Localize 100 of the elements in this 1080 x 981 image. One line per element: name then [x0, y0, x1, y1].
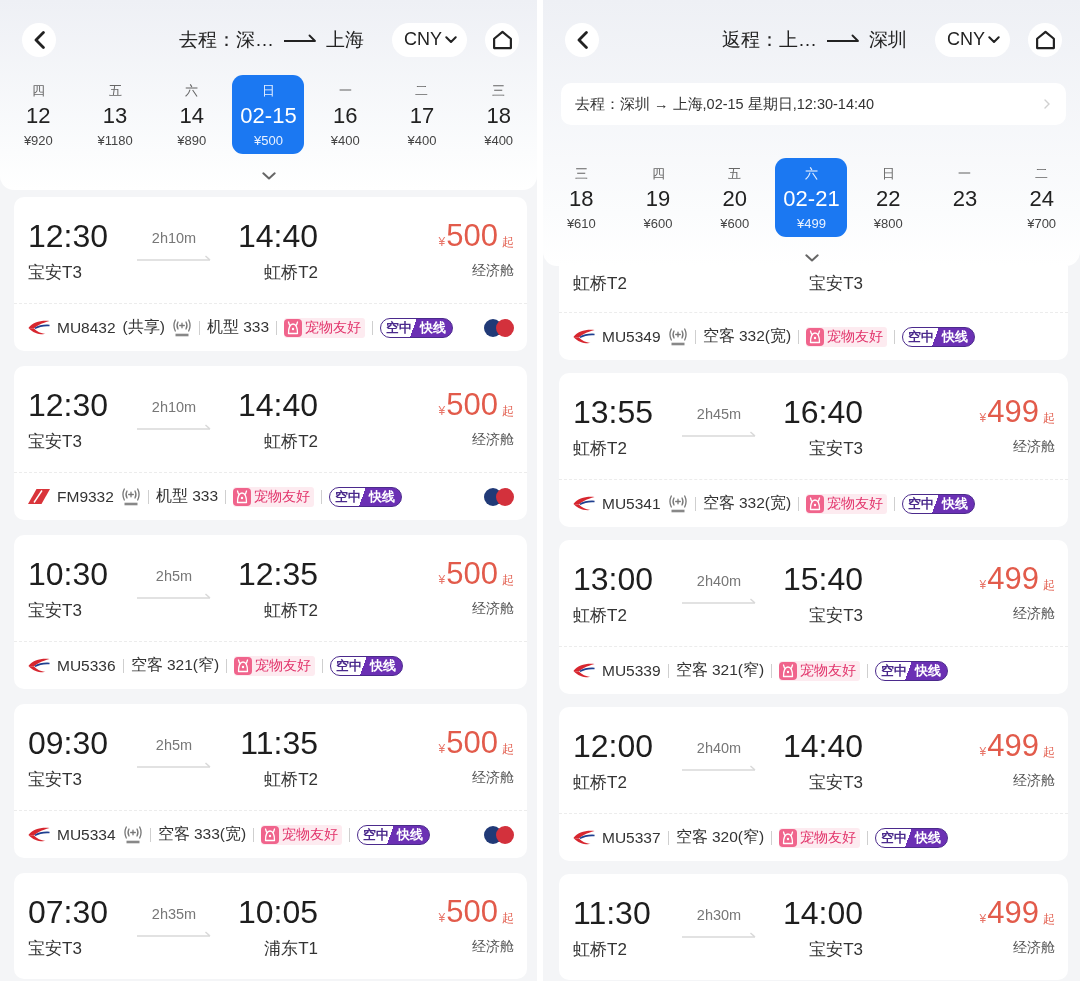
express-badge: 空中 快线	[875, 827, 949, 848]
flight-card[interactable]: 07:30 2h35m 10:05 ¥500 起 宝安T3 浦东T1 经济舱	[14, 873, 527, 979]
express-badge: 空中 快线	[357, 824, 431, 845]
departure-time: 13:55	[573, 393, 654, 431]
back-button[interactable]	[22, 22, 56, 57]
departure-time: 09:30	[28, 724, 109, 762]
date-tab[interactable]: 二 17 ¥400	[385, 75, 458, 154]
pet-icon	[806, 494, 825, 513]
flight-card[interactable]: 12:00 2h40m 14:40 ¥499 起 虹桥T2 宝安T3 经济舱 MU5337 空客 320(窄) 宠物友好 空中 快线	[559, 707, 1068, 861]
flight-duration: 2h40m	[696, 572, 742, 590]
arrow-icon	[284, 33, 316, 42]
date-tab[interactable]: 一 23	[928, 158, 1001, 237]
pet-icon	[779, 828, 798, 847]
destination-city: 深圳	[869, 27, 907, 52]
pet-friendly-label: 宠物友好	[305, 318, 362, 337]
departure-time: 12:30	[28, 217, 109, 255]
pet-friendly-label: 宠物友好	[255, 656, 312, 675]
departure-time: 13:00	[573, 560, 654, 598]
pet-friendly-label: 宠物友好	[800, 661, 857, 680]
flight-card[interactable]: 12:30 2h10m 14:40 ¥500 起 宝安T3 虹桥T2 经济舱 MU8432 (共享) 机型 333 宠物友好 空中 快线	[14, 197, 527, 351]
flight-duration: 2h35m	[151, 905, 197, 923]
flight-card[interactable]: 10:30 2h5m 12:35 ¥500 起 宝安T3 虹桥T2 经济舱 MU5336 空客 321(窄) 宠物友好 空中 快线	[14, 535, 527, 689]
chevron-down-icon[interactable]	[804, 254, 819, 262]
swallow-logo-icon	[573, 830, 595, 845]
flight-duration: 2h40m	[696, 739, 742, 757]
cabin-class: 经济舱	[472, 600, 514, 618]
departure-airport: 宝安T3	[28, 431, 82, 453]
origin-city: 深…	[236, 27, 274, 52]
date-tab[interactable]: 日 02-15 ¥500	[232, 75, 305, 154]
date-tab[interactable]: 五 13 ¥1180	[79, 75, 152, 154]
arrow-line-icon	[137, 424, 211, 430]
departure-airport: 宝安T3	[28, 938, 82, 960]
date-tab[interactable]: 一 16 ¥400	[309, 75, 382, 154]
date-tab[interactable]: 四 12 ¥920	[2, 75, 75, 154]
trip-label: 去程：	[179, 27, 236, 52]
flight-number: MU8432	[57, 318, 116, 337]
flight-number: MU5334	[57, 825, 116, 844]
chevron-down-icon[interactable]	[261, 172, 276, 180]
pet-icon	[806, 327, 825, 346]
flight-number: MU5336	[57, 656, 116, 675]
outbound-summary: 去程：深圳 → 上海,02-15 星期日,12:30-14:40	[575, 94, 875, 114]
arrival-time: 14:40	[782, 727, 863, 765]
date-tab[interactable]: 日 22 ¥800	[852, 158, 925, 237]
date-tab[interactable]: 四 19 ¥600	[622, 158, 695, 237]
aircraft-type: 空客 332(宽)	[702, 493, 792, 513]
fare-price: ¥500 起	[438, 217, 514, 255]
pet-icon	[234, 656, 253, 675]
date-tab[interactable]: 三 18 ¥400	[462, 75, 535, 154]
fare-price: ¥499 起	[979, 894, 1055, 932]
currency-button[interactable]: CNY	[935, 22, 1010, 57]
pet-friendly-label: 宠物友好	[282, 825, 339, 844]
arrow-line-icon	[682, 431, 756, 437]
flight-card[interactable]: 09:30 2h5m 11:35 ¥500 起 宝安T3 虹桥T2 经济舱 MU5334 空客 333(宽) 宠物友好 空中 快线	[14, 704, 527, 858]
date-tab[interactable]: 六 02-21 ¥499	[775, 158, 848, 237]
arrival-airport: 宝安T3	[809, 772, 863, 794]
flight-card[interactable]: 11:30 2h30m 14:00 ¥499 起 虹桥T2 宝安T3 经济舱	[559, 874, 1068, 980]
outbound-summary-bar[interactable]: 去程：深圳 → 上海,02-15 星期日,12:30-14:40	[561, 83, 1066, 125]
codeshare-label: (共享)	[122, 317, 165, 337]
trip-label: 返程：	[722, 27, 779, 52]
stripe-logo-icon	[28, 489, 50, 504]
date-tab[interactable]: 二 24 ¥700	[1005, 158, 1078, 237]
home-button[interactable]	[1028, 22, 1062, 57]
arrival-time: 12:35	[237, 555, 318, 593]
fare-price: ¥499 起	[979, 727, 1055, 765]
destination-city: 上海	[326, 27, 364, 52]
departure-airport: 宝安T3	[28, 600, 82, 622]
arrival-airport: 虹桥T2	[264, 600, 318, 622]
departure-time: 11:30	[573, 894, 651, 932]
flight-duration: 2h5m	[155, 567, 193, 585]
flight-card[interactable]: 12:30 2h10m 14:40 ¥500 起 宝安T3 虹桥T2 经济舱 FM9332 机型 333 宠物友好 空中 快线	[14, 366, 527, 520]
caret-icon	[988, 35, 1000, 44]
flight-number: MU5341	[602, 494, 661, 513]
express-badge: 空中 快线	[875, 660, 949, 681]
flight-card[interactable]: 13:55 2h45m 16:40 ¥499 起 虹桥T2 宝安T3 经济舱 MU5341 空客 332(宽) 宠物友好 空中 快线	[559, 373, 1068, 527]
fare-price: ¥500 起	[438, 555, 514, 593]
pet-friendly-label: 宠物友好	[254, 487, 311, 506]
aircraft-type: 空客 321(窄)	[130, 655, 220, 675]
flight-card[interactable]: 虹桥T2 宝安T3 MU5349 空客 332(宽) 宠物友好 空中 快线	[559, 266, 1068, 360]
date-tab[interactable]: 三 18 ¥610	[545, 158, 618, 237]
cabin-class: 经济舱	[472, 262, 514, 280]
date-tab[interactable]: 六 14 ¥890	[155, 75, 228, 154]
cabin-class: 经济舱	[1013, 939, 1055, 957]
express-badge: 空中 快线	[380, 317, 454, 338]
arrival-time: 16:40	[782, 393, 863, 431]
flight-card[interactable]: 13:00 2h40m 15:40 ¥499 起 虹桥T2 宝安T3 经济舱 MU5339 空客 321(窄) 宠物友好 空中 快线	[559, 540, 1068, 694]
cabin-class: 经济舱	[472, 431, 514, 449]
arrival-time: 10:05	[237, 893, 318, 931]
back-button[interactable]	[565, 22, 599, 57]
swallow-logo-icon	[28, 658, 50, 673]
chevron-right-icon	[1044, 99, 1050, 109]
pet-icon	[233, 487, 252, 506]
pet-friendly-label: 宠物友好	[827, 494, 884, 513]
departure-airport: 虹桥T2	[573, 772, 627, 794]
date-tab[interactable]: 五 20 ¥600	[698, 158, 771, 237]
departure-airport: 宝安T3	[28, 262, 82, 284]
home-button[interactable]	[485, 22, 519, 57]
arrow-icon	[827, 33, 859, 42]
currency-button[interactable]: CNY	[392, 22, 467, 57]
arrival-time: 15:40	[782, 560, 863, 598]
arrow-line-icon	[682, 765, 756, 771]
